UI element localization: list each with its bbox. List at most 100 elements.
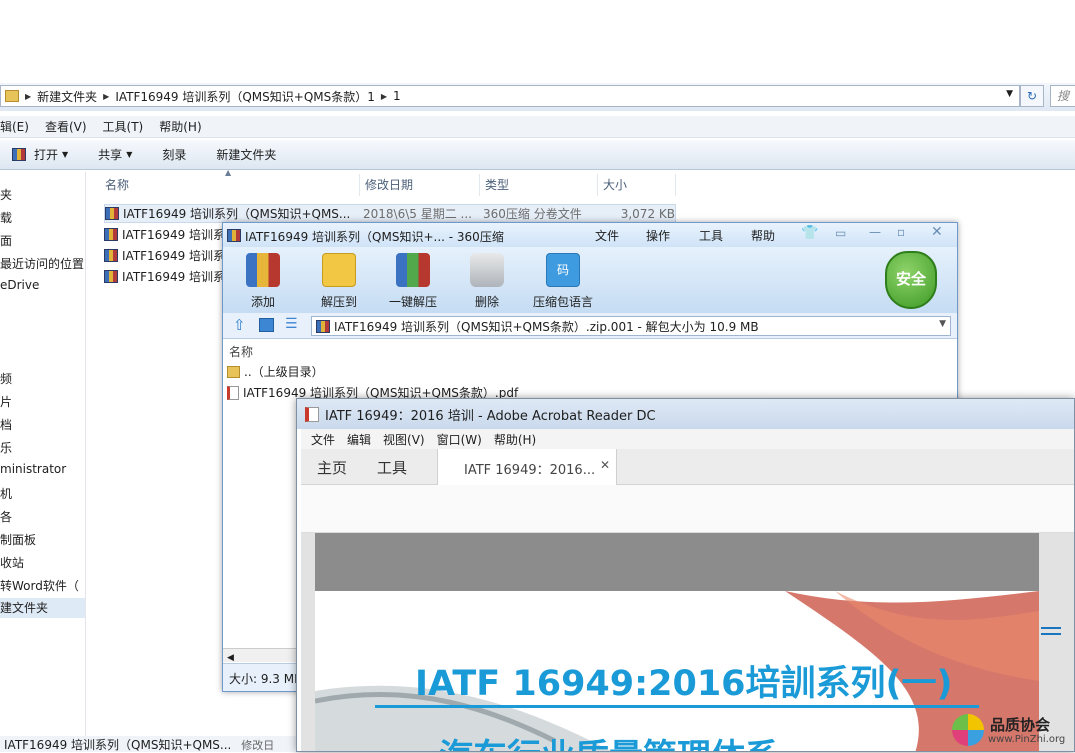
burn-button[interactable]: 刻录 xyxy=(162,146,186,163)
column-name[interactable]: 名称 xyxy=(100,174,360,196)
nav-item-control-panel[interactable]: 制面板 xyxy=(0,531,36,548)
navigation-pane: 夹 载 面 最近访问的位置 eDrive 频 片 档 乐 ministrator… xyxy=(0,172,86,752)
nav-item[interactable]: 夹 xyxy=(0,186,12,203)
skin-icon[interactable]: 👕 xyxy=(801,225,818,241)
zip-menu-help[interactable]: 帮助 xyxy=(751,227,775,244)
close-icon[interactable]: ✕ xyxy=(931,224,943,240)
one-click-extract-icon xyxy=(396,253,430,287)
zip-menu-tools[interactable]: 工具 xyxy=(699,227,723,244)
nav-item-onedrive[interactable]: eDrive xyxy=(0,278,39,292)
file-row[interactable]: IATF16949 培训系 xyxy=(104,225,225,244)
zip-menu-action[interactable]: 操作 xyxy=(646,227,670,244)
address-box[interactable]: ▶ 新建文件夹 ▶ IATF16949 培训系列（QMS知识+QMS条款）1 ▶… xyxy=(0,85,1020,107)
thumbnail-view-icon[interactable] xyxy=(259,318,274,332)
acro-menu-help[interactable]: 帮助(H) xyxy=(494,431,536,448)
archive-icon xyxy=(105,207,119,220)
nav-item-pictures[interactable]: 片 xyxy=(0,393,12,410)
breadcrumb-arrow-icon: ▶ xyxy=(380,91,388,101)
add-label: 添加 xyxy=(250,295,275,309)
breadcrumb-item-1[interactable]: IATF16949 培训系列（QMS知识+QMS条款）1 xyxy=(115,88,375,105)
pdf-heading: IATF 16949:2016培訓系列(一) xyxy=(415,664,953,704)
nav-item-computer[interactable]: 机 xyxy=(0,485,12,502)
acrobat-toolbar xyxy=(301,485,1074,533)
tab-home[interactable]: 主页 xyxy=(317,457,347,478)
pdf-subheading: 汽车行业质量管理体系 xyxy=(439,729,779,751)
zip-path-box[interactable]: IATF16949 培训系列（QMS知识+QMS条款）.zip.001 - 解包… xyxy=(311,316,951,336)
refresh-button[interactable]: ↻ xyxy=(1020,85,1044,107)
zip-path-text: IATF16949 培训系列（QMS知识+QMS条款）.zip.001 - 解包… xyxy=(334,319,759,334)
zip-column-name[interactable]: 名称 xyxy=(229,343,253,360)
nav-item[interactable]: 载 xyxy=(0,209,12,226)
column-type[interactable]: 类型 xyxy=(480,174,598,196)
nav-item-videos[interactable]: 频 xyxy=(0,370,12,387)
acro-menu-edit[interactable]: 编辑 xyxy=(347,431,371,448)
scroll-left-icon[interactable]: ◀ xyxy=(227,653,234,663)
feedback-icon[interactable]: ▭ xyxy=(835,226,846,240)
archive-icon xyxy=(104,249,118,262)
tab-document[interactable]: IATF 16949：2016... ✕ xyxy=(437,449,617,485)
menu-view[interactable]: 查看(V) xyxy=(45,118,87,135)
acrobat-title-bar: IATF 16949：2016 培训 - Adobe Acrobat Reade… xyxy=(297,399,1074,429)
breadcrumb-arrow-icon: ▶ xyxy=(25,91,32,101)
dropdown-arrow-icon[interactable]: ▼ xyxy=(1006,89,1013,99)
zip-scrollbar[interactable]: ◀ xyxy=(223,648,297,663)
close-tab-icon[interactable]: ✕ xyxy=(600,458,610,472)
search-input[interactable]: 搜 xyxy=(1050,85,1075,107)
nav-item-network[interactable]: 各 xyxy=(0,508,12,525)
minimize-icon[interactable]: — xyxy=(869,225,881,239)
archive-language-button[interactable]: 码 压缩包语言 xyxy=(527,253,599,310)
nav-item-administrator[interactable]: ministrator xyxy=(0,462,66,476)
file-row[interactable]: IATF16949 培训系 xyxy=(104,267,225,286)
extract-to-button[interactable]: 解压到 xyxy=(307,253,371,310)
acro-menu-view[interactable]: 视图(V) xyxy=(383,431,425,448)
up-level-icon[interactable]: ⇧ xyxy=(233,316,246,334)
tab-tools[interactable]: 工具 xyxy=(377,457,407,478)
safe-shield-badge[interactable]: 安全 xyxy=(885,251,937,309)
new-folder-button[interactable]: 新建文件夹 xyxy=(216,146,276,163)
nav-item-music[interactable]: 乐 xyxy=(0,439,12,456)
zip-toolbar: 添加 解压到 一键解压 删除 码 压缩包语言 安全 xyxy=(223,247,957,313)
maximize-icon[interactable]: ▫ xyxy=(897,225,905,239)
nav-item-documents[interactable]: 档 xyxy=(0,416,12,433)
archive-language-label: 压缩包语言 xyxy=(532,295,593,309)
column-size[interactable]: 大小 xyxy=(598,174,676,196)
watermark-text: 品质协会 xyxy=(990,716,1051,734)
open-label: 打开 xyxy=(34,148,59,162)
nav-item-recycle-bin[interactable]: 收站 xyxy=(0,554,24,571)
nav-item-new-folder[interactable]: 建文件夹 xyxy=(0,598,85,618)
share-button[interactable]: 共享 ▼ xyxy=(98,146,132,163)
file-row[interactable]: IATF16949 培训系列（QMS知识+QMS... 2018\6\5 星期二… xyxy=(104,204,676,223)
explorer-toolbar: 打开 ▼ 共享 ▼ 刻录 新建文件夹 xyxy=(0,140,1075,170)
menu-help[interactable]: 帮助(H) xyxy=(159,118,201,135)
add-button[interactable]: 添加 xyxy=(231,253,295,310)
add-archive-icon xyxy=(246,253,280,287)
watermark-url: www.PinZhi.org xyxy=(988,734,1066,745)
breadcrumb-item-2[interactable]: 1 xyxy=(393,89,401,103)
chevron-down-icon[interactable]: ▼ xyxy=(939,319,946,329)
zip-row-parent[interactable]: ..（上级目录） xyxy=(227,363,324,380)
status-date-label: 修改日 xyxy=(241,739,275,752)
acrobat-window: IATF 16949：2016 培训 - Adobe Acrobat Reade… xyxy=(296,398,1075,752)
extract-folder-icon xyxy=(322,253,356,287)
acro-menu-file[interactable]: 文件 xyxy=(311,431,335,448)
pinzhi-watermark: 品质协会 www.PinZhi.org xyxy=(950,712,1075,752)
acrobat-title: IATF 16949：2016 培训 - Adobe Acrobat Reade… xyxy=(325,408,656,424)
delete-button[interactable]: 删除 xyxy=(455,253,519,310)
zip-row-label: ..（上级目录） xyxy=(244,365,324,379)
menu-tools[interactable]: 工具(T) xyxy=(103,118,144,135)
one-click-extract-button[interactable]: 一键解压 xyxy=(381,253,445,310)
menu-edit[interactable]: 辑(E) xyxy=(0,118,29,135)
nav-item-word-converter[interactable]: 转Word软件（ xyxy=(0,577,79,594)
zip-menu-file[interactable]: 文件 xyxy=(595,227,619,244)
acrobat-tab-bar: 主页 工具 IATF 16949：2016... ✕ xyxy=(301,449,1074,485)
breadcrumb-item-0[interactable]: 新建文件夹 xyxy=(37,88,97,105)
open-button[interactable]: 打开 ▼ xyxy=(12,146,68,163)
column-date[interactable]: 修改日期 xyxy=(360,174,480,196)
file-row[interactable]: IATF16949 培训系 xyxy=(104,246,225,265)
list-view-icon[interactable]: ☰ xyxy=(285,316,298,332)
menu-bar: 辑(E) 查看(V) 工具(T) 帮助(H) xyxy=(0,116,1075,138)
nav-item-recent-places[interactable]: 最近访问的位置 xyxy=(0,255,84,272)
nav-item[interactable]: 面 xyxy=(0,232,12,249)
zip-title-bar: IATF16949 培训系列（QMS知识+... - 360压缩 文件 操作 工… xyxy=(223,223,957,247)
acro-menu-window[interactable]: 窗口(W) xyxy=(437,431,482,448)
